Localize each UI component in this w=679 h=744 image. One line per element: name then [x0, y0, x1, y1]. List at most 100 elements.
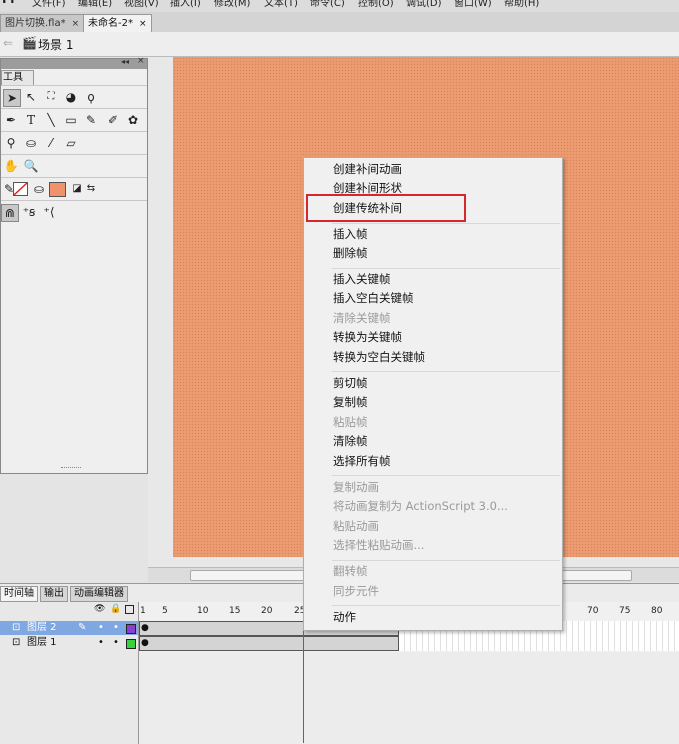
paint-bucket-tool-icon[interactable]: ⛀	[23, 135, 39, 151]
tools-panel-header[interactable]: ◂◂ ×	[1, 56, 147, 69]
menu-edit[interactable]: 编辑(E)	[78, 0, 112, 9]
menu-item-convert-to-blank-keyframe[interactable]: 转换为空白关键帧	[333, 348, 425, 367]
3d-rotation-tool-icon[interactable]: ◕	[63, 89, 79, 105]
free-transform-tool-icon[interactable]: ⛶	[43, 89, 59, 105]
tools-panel: ◂◂ × 工具 ➤ ↖ ⛶ ◕ ϙ ✒ T ╲ ▭ ✎ ✐ ✿ ⚲ ⛀ ⁄ ▱ …	[0, 56, 148, 474]
straighten-icon[interactable]: ⁺⟨	[41, 204, 57, 220]
keyframe-dot[interactable]: ●	[141, 638, 149, 648]
eye-icon[interactable]: 👁	[94, 604, 105, 614]
back-arrow-icon[interactable]: ⇐	[3, 36, 13, 50]
menu-item-create-motion-tween[interactable]: 创建补间动画	[333, 160, 402, 179]
menu-file[interactable]: 文件(F)	[32, 0, 66, 9]
tool-row: ⚲ ⛀ ⁄ ▱	[1, 131, 147, 154]
tools-panel-title[interactable]: 工具	[1, 70, 34, 85]
menu-item-insert-keyframe[interactable]: 插入关键帧	[333, 270, 391, 289]
menu-item-paste-motion-special[interactable]: 选择性粘贴动画...	[333, 536, 424, 555]
deco-tool-icon[interactable]: ✿	[125, 112, 141, 128]
menu-view[interactable]: 视图(V)	[124, 0, 159, 9]
tab-output[interactable]: 输出	[40, 586, 68, 602]
frame-number: 5	[162, 606, 168, 616]
close-icon[interactable]: ×	[137, 56, 145, 66]
layer-name[interactable]: 图层 2	[27, 621, 57, 635]
menu-item-copy-motion[interactable]: 复制动画	[333, 478, 379, 497]
rectangle-tool-icon[interactable]: ▭	[63, 112, 79, 128]
menu-separator	[332, 223, 560, 224]
menu-item-clear-keyframe[interactable]: 清除关键帧	[333, 309, 391, 328]
outline-icon[interactable]	[125, 605, 134, 614]
menu-help[interactable]: 帮助(H)	[504, 0, 539, 9]
layer-color-swatch[interactable]	[126, 624, 136, 634]
snap-to-objects-icon[interactable]: ⋒	[1, 204, 19, 222]
layer-name[interactable]: 图层 1	[27, 636, 57, 650]
layer-row[interactable]: ⊡ 图层 2 ✎ • •	[0, 621, 138, 635]
menu-window[interactable]: 窗口(W)	[454, 0, 492, 9]
frame-number: 75	[619, 606, 631, 616]
menu-item-actions[interactable]: 动作	[333, 608, 356, 627]
menu-item-reverse-frames[interactable]: 翻转帧	[333, 562, 368, 581]
menu-item-sync-symbols[interactable]: 同步元件	[333, 582, 379, 601]
lasso-tool-icon[interactable]: ϙ	[83, 89, 99, 105]
menu-item-copy-frames[interactable]: 复制帧	[333, 393, 368, 412]
empty-timeline-area	[139, 652, 679, 744]
menu-item-copy-motion-as3[interactable]: 将动画复制为 ActionScript 3.0...	[333, 497, 508, 516]
close-icon[interactable]: ×	[72, 19, 80, 29]
subselection-tool-icon[interactable]: ↖	[23, 89, 39, 105]
menu-item-insert-frame[interactable]: 插入帧	[333, 225, 368, 244]
lock-dot[interactable]: •	[113, 621, 119, 635]
menu-separator	[332, 475, 560, 476]
menu-item-select-all-frames[interactable]: 选择所有帧	[333, 452, 391, 471]
tool-row: ➤ ↖ ⛶ ◕ ϙ	[1, 85, 147, 108]
layer-color-swatch[interactable]	[126, 639, 136, 649]
menu-modify[interactable]: 修改(M)	[214, 0, 250, 9]
tab-timeline[interactable]: 时间轴	[0, 586, 38, 602]
frame-number: 1	[140, 606, 146, 616]
menu-item-insert-blank-keyframe[interactable]: 插入空白关键帧	[333, 289, 414, 308]
frame-span-layer-1[interactable]: ●	[139, 636, 399, 651]
layer-icon: ⊡	[12, 622, 21, 633]
keyframe-dot[interactable]: ●	[141, 623, 149, 633]
text-tool-icon[interactable]: T	[23, 112, 39, 128]
stroke-color-swatch[interactable]	[13, 182, 28, 196]
swap-colors-icon[interactable]: ⇆	[83, 181, 99, 197]
line-tool-icon[interactable]: ╲	[43, 112, 59, 128]
eraser-tool-icon[interactable]: ▱	[63, 135, 79, 151]
brush-tool-icon[interactable]: ✐	[105, 112, 121, 128]
frame-number: 15	[229, 606, 241, 616]
zoom-tool-icon[interactable]: 🔍	[23, 158, 39, 174]
doc-tab-1[interactable]: 图片切换.fla* ×	[0, 14, 85, 32]
menu-item-clear-frames[interactable]: 清除帧	[333, 432, 368, 451]
bone-tool-icon[interactable]: ⚲	[3, 135, 19, 151]
selection-tool-icon[interactable]: ➤	[3, 89, 21, 107]
menu-item-cut-frames[interactable]: 剪切帧	[333, 374, 368, 393]
hand-tool-icon[interactable]: ✋	[3, 158, 19, 174]
menu-item-paste-motion[interactable]: 粘贴动画	[333, 517, 379, 536]
visibility-dot[interactable]: •	[98, 621, 104, 635]
close-icon[interactable]: ×	[139, 19, 147, 29]
scene-label[interactable]: 场景 1	[38, 36, 73, 53]
menu-debug[interactable]: 调试(D)	[406, 0, 442, 9]
smooth-icon[interactable]: ⁺ꞩ	[21, 204, 37, 220]
menu-item-paste-frames[interactable]: 粘贴帧	[333, 413, 368, 432]
layers-column: 👁 🔒 ⊡ 图层 2 ✎ • • ⊡ 图层 1 • •	[0, 602, 139, 744]
menu-text[interactable]: 文本(T)	[264, 0, 298, 9]
pencil-tool-icon[interactable]: ✎	[83, 112, 99, 128]
doc-tab-2[interactable]: 未命名-2* ×	[83, 14, 152, 32]
menu-item-remove-frames[interactable]: 删除帧	[333, 244, 368, 263]
menu-item-convert-to-keyframe[interactable]: 转换为关键帧	[333, 328, 402, 347]
visibility-dot[interactable]: •	[98, 636, 104, 650]
lock-icon[interactable]: 🔒	[110, 604, 121, 614]
fill-color-swatch[interactable]	[49, 182, 66, 197]
resize-grip[interactable]	[61, 467, 81, 470]
menu-command[interactable]: 命令(C)	[310, 0, 345, 9]
frame-number: 80	[651, 606, 663, 616]
lock-dot[interactable]: •	[113, 636, 119, 650]
context-menu: 创建补间动画 创建补间形状 创建传统补间 插入帧 删除帧 插入关键帧 插入空白关…	[303, 157, 563, 631]
tab-motion-editor[interactable]: 动画编辑器	[70, 586, 128, 602]
menu-insert[interactable]: 插入(I)	[170, 0, 201, 9]
eyedropper-tool-icon[interactable]: ⁄	[43, 135, 59, 151]
frame-number: 70	[587, 606, 599, 616]
collapse-icon[interactable]: ◂◂	[121, 57, 129, 66]
pen-tool-icon[interactable]: ✒	[3, 112, 19, 128]
menu-control[interactable]: 控制(O)	[358, 0, 394, 9]
layer-row[interactable]: ⊡ 图层 1 • •	[0, 636, 138, 650]
